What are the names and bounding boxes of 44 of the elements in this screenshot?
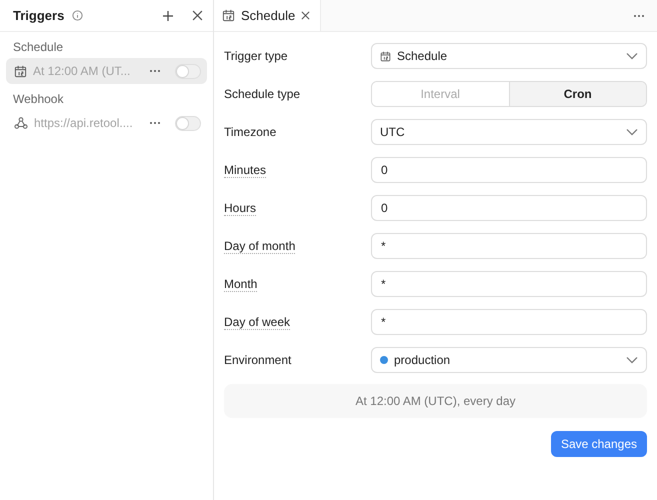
close-icon bbox=[192, 10, 203, 21]
segment-option[interactable]: Cron bbox=[508, 82, 646, 106]
info-icon bbox=[72, 10, 84, 21]
schedule-summary: At 12:00 AM (UTC), every day bbox=[224, 384, 647, 418]
calendar-icon bbox=[222, 9, 235, 22]
field-label: Hours bbox=[224, 201, 256, 216]
field-label: Trigger type bbox=[224, 49, 288, 63]
panel-title: Triggers bbox=[13, 8, 64, 23]
input-field[interactable]: * bbox=[371, 233, 647, 259]
input-field[interactable]: 0 bbox=[371, 157, 647, 183]
calendar-icon bbox=[14, 64, 27, 78]
group-label: Schedule bbox=[12, 39, 64, 56]
field-label: Timezone bbox=[224, 125, 276, 139]
trigger-name: https://api.retool.... bbox=[34, 116, 134, 130]
toggle-switch[interactable] bbox=[175, 64, 201, 78]
webhook-icon bbox=[14, 116, 28, 130]
input-field[interactable]: 0 bbox=[371, 195, 647, 221]
chevron-down-icon bbox=[626, 52, 638, 60]
more-icon bbox=[633, 14, 645, 18]
editor-tab[interactable]: Schedule bbox=[214, 0, 322, 31]
save-button[interactable]: Save changes bbox=[550, 431, 647, 457]
more-icon bbox=[149, 69, 161, 73]
close-button[interactable] bbox=[190, 8, 205, 23]
select-field[interactable]: production bbox=[371, 347, 647, 373]
field-label: Schedule type bbox=[224, 87, 300, 101]
group-label: Webhook bbox=[12, 91, 64, 108]
select-field[interactable]: UTC bbox=[371, 119, 647, 145]
more-button[interactable] bbox=[147, 67, 163, 75]
toggle-switch[interactable] bbox=[175, 116, 201, 130]
more-icon bbox=[149, 121, 161, 125]
more-button[interactable] bbox=[147, 119, 163, 127]
chevron-down-icon bbox=[626, 356, 638, 364]
close-icon bbox=[301, 11, 310, 20]
field-label: Minutes bbox=[224, 163, 266, 178]
input-field[interactable]: * bbox=[371, 271, 647, 297]
input-field[interactable]: * bbox=[371, 309, 647, 335]
field-label: Environment bbox=[224, 353, 292, 367]
field-label: Day of week bbox=[224, 315, 290, 330]
select-field[interactable]: Schedule bbox=[371, 43, 647, 69]
field-label: Day of month bbox=[224, 239, 296, 254]
trigger-name: At 12:00 AM (UT... bbox=[33, 64, 132, 78]
field-label: Month bbox=[224, 277, 258, 292]
calendar-icon bbox=[380, 50, 391, 62]
chevron-down-icon bbox=[626, 128, 638, 136]
